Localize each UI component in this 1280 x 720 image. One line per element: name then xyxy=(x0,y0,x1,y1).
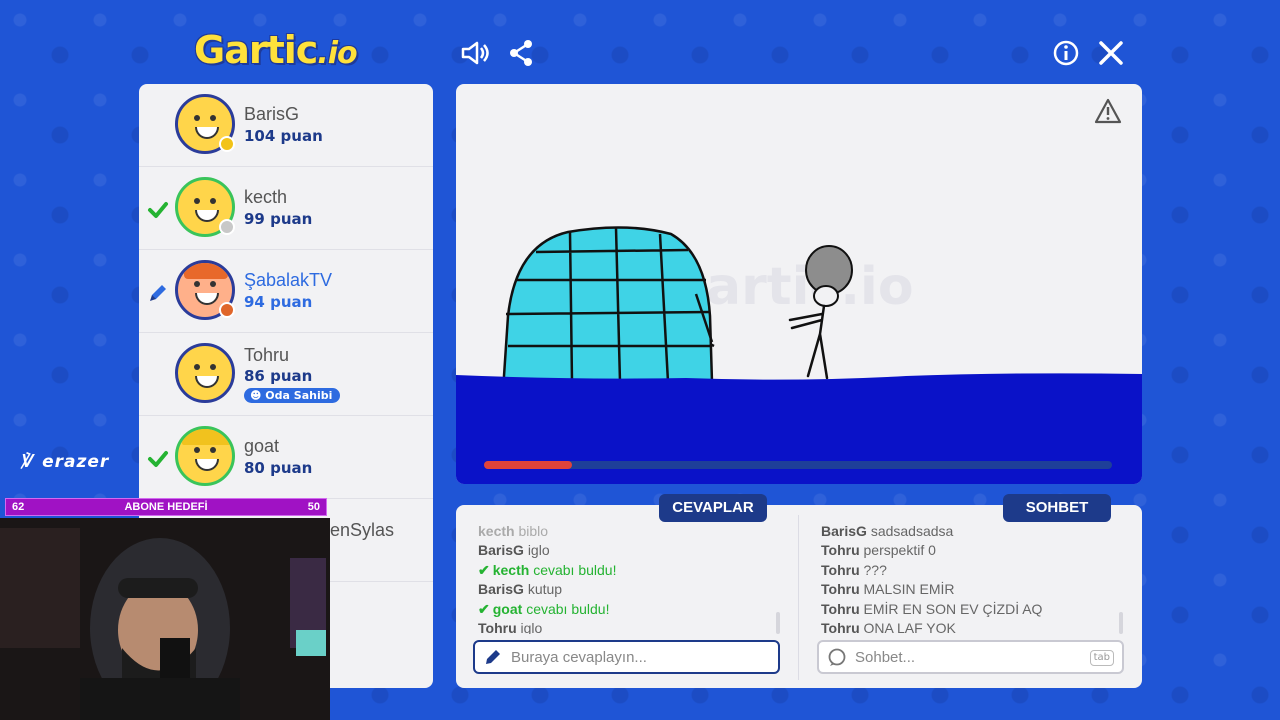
chat-scrollbar[interactable] xyxy=(1119,612,1123,634)
checkmark-icon xyxy=(147,199,169,221)
timer-bar xyxy=(484,461,1112,469)
divider xyxy=(798,515,799,680)
list-item: Tohru MALSIN EMİR xyxy=(821,581,955,598)
list-item: Tohru perspektif 0 xyxy=(821,542,936,559)
list-item: kecth biblo xyxy=(478,523,549,539)
player-score: 104 puan xyxy=(244,127,323,145)
sub-goal-bar: 62 ABONE HEDEFİ 50 xyxy=(5,498,327,516)
list-item: Tohru iglo xyxy=(478,619,543,634)
player-name: goat xyxy=(244,436,280,456)
info-icon[interactable] xyxy=(1051,38,1081,68)
checkmark-icon: ✔ xyxy=(478,561,490,578)
list-item: BarisG kutup xyxy=(478,581,563,598)
drawing: artic.io xyxy=(456,226,1142,484)
brand-logo: ℣ erazer xyxy=(20,452,110,472)
chat-input[interactable]: Sohbet... tab xyxy=(817,640,1124,674)
chat-bubble-icon xyxy=(828,648,846,666)
status-dot xyxy=(219,219,235,235)
status-dot xyxy=(219,136,235,152)
drawing-canvas[interactable]: artic.io xyxy=(456,84,1142,484)
player-row[interactable]: kecth 99 puan xyxy=(139,167,433,250)
answers-scrollbar[interactable] xyxy=(776,612,780,634)
answers-list: kecth biblo BarisG iglo ✔ kecth cevabı bu… xyxy=(478,522,778,634)
warning-icon[interactable] xyxy=(1094,98,1122,124)
answer-input[interactable]: Buraya cevaplayın... xyxy=(473,640,780,674)
share-icon[interactable] xyxy=(506,38,536,68)
pencil-icon xyxy=(486,650,500,664)
pencil-icon xyxy=(147,282,169,304)
list-item: Tohru ??? xyxy=(821,561,887,578)
avatar xyxy=(175,343,235,403)
list-item: ✔ kecth cevabı buldu! xyxy=(478,561,617,578)
player-row[interactable]: goat 80 puan xyxy=(139,416,433,499)
chat-list: BarisG sadsadsadsa Tohru perspektif 0 To… xyxy=(821,522,1121,634)
player-row[interactable]: ŞabalakTV 94 puan xyxy=(139,250,433,333)
close-icon[interactable] xyxy=(1096,38,1126,68)
player-name: kecth xyxy=(244,187,288,207)
tab-answers[interactable]: CEVAPLAR xyxy=(659,494,767,522)
player-score: 99 puan xyxy=(244,210,313,228)
list-item: BarisG sadsadsadsa xyxy=(821,523,954,539)
tab-chat[interactable]: SOHBET xyxy=(1003,494,1111,522)
speaker-icon[interactable] xyxy=(459,38,489,68)
player-score: 94 puan xyxy=(244,293,313,311)
player-row[interactable]: BarisG 104 puan xyxy=(139,84,433,167)
player-name: Tohru xyxy=(244,345,290,365)
list-item: Tohru EMİR EN SON EV ÇİZDİ AQ xyxy=(821,600,1043,617)
player-name: enSylas xyxy=(330,520,395,540)
player-row[interactable]: Tohru 86 puan ☻ Oda Sahibi xyxy=(139,333,433,416)
webcam-feed xyxy=(0,518,330,720)
checkmark-icon xyxy=(147,448,169,470)
player-name: ŞabalakTV xyxy=(244,270,333,290)
player-score: 86 puan xyxy=(244,367,313,385)
list-item: Tohru ONA LAF YOK xyxy=(821,619,956,634)
timer-fill xyxy=(484,461,572,469)
player-name: BarisG xyxy=(244,104,300,124)
room-owner-badge: ☻ Oda Sahibi xyxy=(244,388,341,403)
player-score: 80 puan xyxy=(244,459,313,477)
status-dot xyxy=(219,302,235,318)
checkmark-icon: ✔ xyxy=(478,600,490,617)
tab-shortcut-hint: tab xyxy=(1089,650,1114,666)
list-item: BarisG iglo xyxy=(478,542,550,559)
list-item: ✔ goat cevabı buldu! xyxy=(478,600,610,617)
avatar xyxy=(175,426,235,486)
gartic-logo: Gartic.io xyxy=(194,28,358,72)
